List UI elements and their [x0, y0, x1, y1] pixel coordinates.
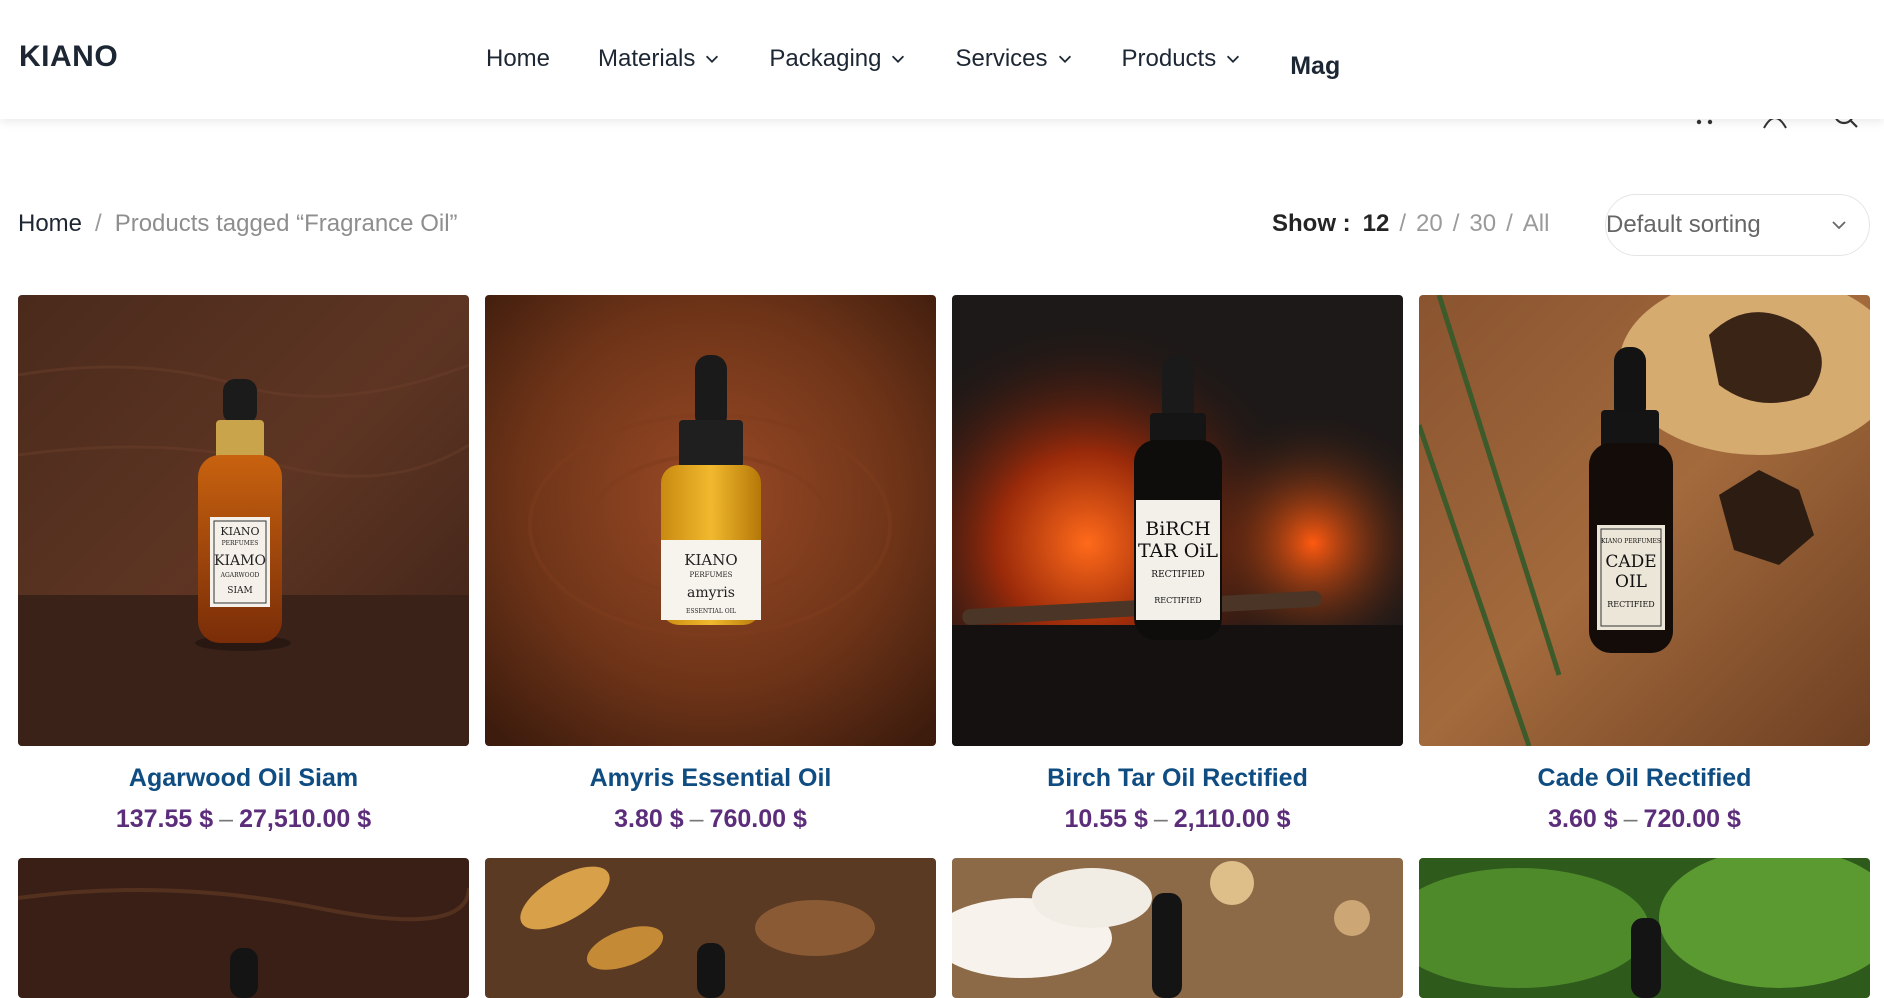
dark-wood-bottle-image — [18, 858, 469, 998]
price-max: 2,110.00 $ — [1173, 805, 1291, 833]
product-title[interactable]: Cade Oil Rectified — [1419, 764, 1870, 793]
nav-products-label: Products — [1121, 45, 1217, 72]
product-title[interactable]: Birch Tar Oil Rectified — [952, 764, 1403, 793]
per-page-separator: / — [1506, 210, 1513, 237]
product-grid: KIANO PERFUMES KIAMO AGARWOOD SIAM Agarwood … — [18, 295, 1870, 998]
per-page-selector: Show : 12 / 20 / 30 / All — [1272, 210, 1549, 238]
product-price: 3.80 $ –760.00 $ — [485, 805, 936, 834]
product-card — [18, 858, 469, 998]
sort-select-value: Default sorting — [1606, 211, 1761, 238]
nav-home-label: Home — [486, 45, 551, 72]
product-card — [485, 858, 936, 998]
product-image[interactable]: KIANO PERFUMES KIAMO AGARWOOD SIAM — [18, 295, 469, 746]
nav-products[interactable]: Products — [1122, 41, 1243, 77]
green-leaf-bottle-image — [1419, 858, 1870, 998]
bottle-label-text: RECTIFIED — [1151, 570, 1204, 580]
nav-packaging[interactable]: Packaging — [769, 41, 907, 77]
bottle-label-text: KIANO — [220, 525, 259, 538]
bottle-label-text: SIAM — [227, 586, 252, 596]
bottle-label-text: KIAMO — [214, 553, 266, 569]
agarwood-bottle-image: KIANO PERFUMES KIAMO AGARWOOD SIAM — [18, 295, 469, 746]
price-min: 3.80 $ — [614, 805, 684, 833]
product-title[interactable]: Agarwood Oil Siam — [18, 764, 469, 793]
nav-mag-label: Mag — [1290, 51, 1341, 80]
price-max: 27,510.00 $ — [239, 805, 372, 833]
per-page-separator: / — [1452, 210, 1460, 237]
product-title[interactable]: Amyris Essential Oil — [485, 764, 936, 793]
nav-packaging-label: Packaging — [769, 45, 882, 72]
product-image[interactable] — [1419, 858, 1870, 998]
sort-select[interactable]: Default sorting — [1605, 194, 1870, 256]
product-card: KIANO PERFUMES amyris ESSENTIAL OIL Amyris … — [485, 295, 936, 834]
product-card: KIANO PERFUMES KIAMO AGARWOOD SIAM Agarwood … — [18, 295, 469, 834]
breadcrumb-separator: / — [95, 210, 102, 237]
chevron-down-icon — [1227, 55, 1240, 63]
chevron-down-icon — [1058, 55, 1071, 63]
breadcrumb-home[interactable]: Home — [18, 210, 82, 238]
per-page-label: Show : — [1272, 210, 1351, 237]
price-min: 10.55 $ — [1064, 805, 1148, 833]
birch-tar-bottle-image: BiRCHTAR OiL RECTIFIED RECTIFIED — [952, 295, 1403, 746]
product-price: 137.55 $ –27,510.00 $ — [18, 805, 469, 834]
product-card — [1419, 858, 1870, 998]
white-flower-bottle-image — [952, 858, 1403, 998]
bottle-label-text: amyris — [687, 585, 735, 601]
nav-home[interactable]: Home — [486, 41, 550, 77]
chevron-down-icon — [892, 55, 905, 63]
product-image[interactable] — [18, 858, 469, 998]
bottle-label-text: KIANO — [684, 551, 737, 569]
price-dash: – — [219, 805, 234, 833]
product-image[interactable]: BiRCH TAR OiL RECTIFIED RECTIFIED — [952, 295, 1403, 746]
per-page-option-30[interactable]: 30 — [1469, 210, 1496, 238]
product-card: BiRCH TAR OiL RECTIFIED RECTIFIED Birch Tar… — [952, 295, 1403, 834]
bottle-label-text: BiRCH — [1145, 518, 1210, 540]
bottle-label-text: PERFUMES — [222, 540, 259, 547]
price-dash: – — [689, 805, 704, 833]
golden-leaves-bottle-image — [485, 858, 936, 998]
product-image[interactable] — [485, 858, 936, 998]
per-page-separator: / — [1399, 210, 1407, 237]
bottle-label-text: CADE — [1605, 552, 1656, 572]
main-nav: Home Materials Packaging Services Produc… — [486, 34, 1388, 84]
nav-services[interactable]: Services — [955, 41, 1073, 77]
product-price: 3.60 $ –720.00 $ — [1419, 805, 1870, 834]
nav-materials-label: Materials — [598, 45, 696, 72]
per-page-option-all[interactable]: All — [1523, 210, 1550, 238]
bottle-label-text: OIL — [1615, 572, 1647, 592]
breadcrumb: Home / Products tagged “Fragrance Oil” — [18, 210, 458, 238]
price-dash: – — [1623, 805, 1638, 833]
price-min: 3.60 $ — [1548, 805, 1618, 833]
bottle-label-text: PERFUMES — [690, 571, 733, 579]
bottle-label-text: AGARWOOD — [220, 572, 260, 579]
bottle-label-text: KIANO PERFUMES — [1601, 538, 1661, 545]
breadcrumb-current: Products tagged “Fragrance Oil” — [114, 210, 458, 237]
chevron-down-icon — [1832, 221, 1846, 230]
bottle-label-text: TAR OiL — [1138, 540, 1218, 562]
chevron-down-icon — [706, 55, 719, 63]
product-price: 10.55 $ –2,110.00 $ — [952, 805, 1403, 834]
per-page-option-20[interactable]: 20 — [1416, 210, 1443, 238]
product-image[interactable]: KIANO PERFUMES CADE OIL RECTIFIED — [1419, 295, 1870, 746]
site-header: KIANO Home Materials Packaging Services … — [0, 0, 1884, 119]
amyris-bottle-image: KIANO PERFUMES amyris ESSENTIAL OIL — [485, 295, 936, 746]
product-card — [952, 858, 1403, 998]
nav-mag[interactable]: Mag — [1290, 48, 1340, 84]
bottle-label-text: RECTIFIED — [1607, 600, 1654, 609]
site-logo[interactable]: KIANO — [19, 40, 118, 74]
bottle-label-text: RECTIFIED — [1154, 596, 1201, 605]
product-image[interactable] — [952, 858, 1403, 998]
product-card: KIANO PERFUMES CADE OIL RECTIFIED Cade Oil … — [1419, 295, 1870, 834]
price-dash: – — [1153, 805, 1168, 833]
price-max: 760.00 $ — [709, 805, 807, 833]
nav-services-label: Services — [955, 45, 1048, 72]
price-max: 720.00 $ — [1643, 805, 1741, 833]
nav-materials[interactable]: Materials — [598, 41, 721, 77]
bottle-label-text: ESSENTIAL OIL — [686, 608, 736, 615]
price-min: 137.55 $ — [115, 805, 214, 833]
cade-bottle-image: KIANO PERFUMES CADEOIL RECTIFIED — [1419, 295, 1870, 746]
per-page-option-12[interactable]: 12 — [1363, 210, 1390, 238]
product-image[interactable]: KIANO PERFUMES amyris ESSENTIAL OIL — [485, 295, 936, 746]
